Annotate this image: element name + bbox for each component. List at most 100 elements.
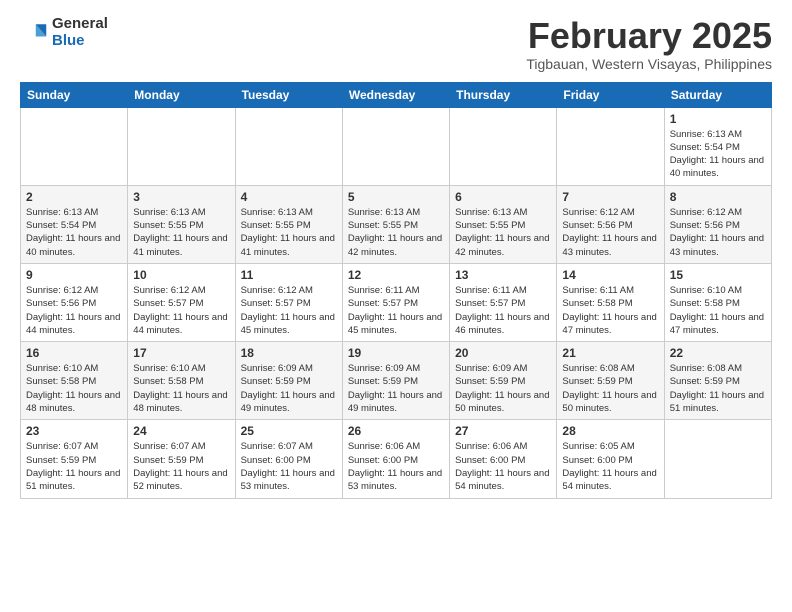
day-info: Sunrise: 6:13 AM Sunset: 5:55 PM Dayligh… [455, 206, 551, 259]
calendar-cell: 12 Sunrise: 6:11 AM Sunset: 5:57 PM Dayli… [342, 263, 449, 341]
day-info: Sunrise: 6:09 AM Sunset: 5:59 PM Dayligh… [241, 362, 337, 415]
weekday-header-friday: Friday [557, 82, 664, 107]
calendar-cell [342, 107, 449, 185]
day-info: Sunrise: 6:12 AM Sunset: 5:56 PM Dayligh… [670, 206, 766, 259]
weekday-header-row: SundayMondayTuesdayWednesdayThursdayFrid… [21, 82, 772, 107]
day-number: 11 [241, 268, 337, 282]
month-title: February 2025 [526, 16, 772, 56]
day-info: Sunrise: 6:11 AM Sunset: 5:57 PM Dayligh… [348, 284, 444, 337]
week-row-4: 16Sunrise: 6:10 AM Sunset: 5:58 PM Dayli… [21, 342, 772, 420]
calendar-cell [235, 107, 342, 185]
calendar-cell: 15Sunrise: 6:10 AM Sunset: 5:58 PM Dayli… [664, 263, 771, 341]
day-info: Sunrise: 6:13 AM Sunset: 5:55 PM Dayligh… [241, 206, 337, 259]
logo-icon [20, 19, 48, 47]
day-number: 12 [348, 268, 444, 282]
day-number: 17 [133, 346, 229, 360]
logo-blue: Blue [52, 33, 108, 50]
calendar-cell: 20 Sunrise: 6:09 AM Sunset: 5:59 PM Dayli… [450, 342, 557, 420]
day-number: 1 [670, 112, 766, 126]
day-number: 28 [562, 424, 658, 438]
day-number: 20 [455, 346, 551, 360]
calendar-cell: 18 Sunrise: 6:09 AM Sunset: 5:59 PM Dayli… [235, 342, 342, 420]
week-row-1: 1 Sunrise: 6:13 AM Sunset: 5:54 PM Daylig… [21, 107, 772, 185]
calendar-cell [664, 420, 771, 498]
calendar-cell [557, 107, 664, 185]
logo-text: General Blue [52, 16, 108, 49]
day-number: 26 [348, 424, 444, 438]
day-info: Sunrise: 6:12 AM Sunset: 5:56 PM Dayligh… [562, 206, 658, 259]
calendar-cell [21, 107, 128, 185]
day-info: Sunrise: 6:13 AM Sunset: 5:54 PM Dayligh… [670, 128, 766, 181]
day-info: Sunrise: 6:10 AM Sunset: 5:58 PM Dayligh… [26, 362, 122, 415]
calendar-cell: 8 Sunrise: 6:12 AM Sunset: 5:56 PM Daylig… [664, 185, 771, 263]
day-number: 5 [348, 190, 444, 204]
calendar-cell: 13Sunrise: 6:11 AM Sunset: 5:57 PM Dayli… [450, 263, 557, 341]
logo-general: General [52, 16, 108, 33]
day-number: 15 [670, 268, 766, 282]
day-number: 23 [26, 424, 122, 438]
calendar-cell: 1 Sunrise: 6:13 AM Sunset: 5:54 PM Daylig… [664, 107, 771, 185]
day-info: Sunrise: 6:08 AM Sunset: 5:59 PM Dayligh… [670, 362, 766, 415]
day-info: Sunrise: 6:11 AM Sunset: 5:58 PM Dayligh… [562, 284, 658, 337]
day-number: 19 [348, 346, 444, 360]
day-number: 22 [670, 346, 766, 360]
day-info: Sunrise: 6:12 AM Sunset: 5:56 PM Dayligh… [26, 284, 122, 337]
day-info: Sunrise: 6:11 AM Sunset: 5:57 PM Dayligh… [455, 284, 551, 337]
day-number: 9 [26, 268, 122, 282]
page-header: General Blue February 2025 Tigbauan, Wes… [20, 16, 772, 72]
day-number: 6 [455, 190, 551, 204]
calendar-cell: 19 Sunrise: 6:09 AM Sunset: 5:59 PM Dayli… [342, 342, 449, 420]
calendar-cell [450, 107, 557, 185]
day-info: Sunrise: 6:13 AM Sunset: 5:55 PM Dayligh… [133, 206, 229, 259]
week-row-3: 9 Sunrise: 6:12 AM Sunset: 5:56 PM Daylig… [21, 263, 772, 341]
day-info: Sunrise: 6:10 AM Sunset: 5:58 PM Dayligh… [133, 362, 229, 415]
weekday-header-tuesday: Tuesday [235, 82, 342, 107]
day-number: 7 [562, 190, 658, 204]
calendar-cell: 14 Sunrise: 6:11 AM Sunset: 5:58 PM Dayli… [557, 263, 664, 341]
day-info: Sunrise: 6:13 AM Sunset: 5:55 PM Dayligh… [348, 206, 444, 259]
day-number: 24 [133, 424, 229, 438]
calendar-cell: 24Sunrise: 6:07 AM Sunset: 5:59 PM Dayli… [128, 420, 235, 498]
day-info: Sunrise: 6:12 AM Sunset: 5:57 PM Dayligh… [241, 284, 337, 337]
calendar-cell: 7 Sunrise: 6:12 AM Sunset: 5:56 PM Daylig… [557, 185, 664, 263]
day-info: Sunrise: 6:06 AM Sunset: 6:00 PM Dayligh… [455, 440, 551, 493]
day-info: Sunrise: 6:07 AM Sunset: 6:00 PM Dayligh… [241, 440, 337, 493]
calendar-cell [128, 107, 235, 185]
weekday-header-sunday: Sunday [21, 82, 128, 107]
day-info: Sunrise: 6:05 AM Sunset: 6:00 PM Dayligh… [562, 440, 658, 493]
day-info: Sunrise: 6:07 AM Sunset: 5:59 PM Dayligh… [26, 440, 122, 493]
day-number: 18 [241, 346, 337, 360]
weekday-header-wednesday: Wednesday [342, 82, 449, 107]
day-number: 25 [241, 424, 337, 438]
calendar-cell: 28 Sunrise: 6:05 AM Sunset: 6:00 PM Dayli… [557, 420, 664, 498]
day-number: 2 [26, 190, 122, 204]
calendar-cell: 25 Sunrise: 6:07 AM Sunset: 6:00 PM Dayli… [235, 420, 342, 498]
calendar-cell: 3 Sunrise: 6:13 AM Sunset: 5:55 PM Daylig… [128, 185, 235, 263]
weekday-header-thursday: Thursday [450, 82, 557, 107]
week-row-5: 23 Sunrise: 6:07 AM Sunset: 5:59 PM Dayli… [21, 420, 772, 498]
calendar-cell: 26 Sunrise: 6:06 AM Sunset: 6:00 PM Dayli… [342, 420, 449, 498]
calendar-cell: 10Sunrise: 6:12 AM Sunset: 5:57 PM Dayli… [128, 263, 235, 341]
day-number: 3 [133, 190, 229, 204]
calendar-cell: 16Sunrise: 6:10 AM Sunset: 5:58 PM Dayli… [21, 342, 128, 420]
day-info: Sunrise: 6:09 AM Sunset: 5:59 PM Dayligh… [348, 362, 444, 415]
calendar-cell: 4 Sunrise: 6:13 AM Sunset: 5:55 PM Daylig… [235, 185, 342, 263]
calendar-cell: 23 Sunrise: 6:07 AM Sunset: 5:59 PM Dayli… [21, 420, 128, 498]
calendar-table: SundayMondayTuesdayWednesdayThursdayFrid… [20, 82, 772, 499]
day-number: 4 [241, 190, 337, 204]
calendar-cell: 21Sunrise: 6:08 AM Sunset: 5:59 PM Dayli… [557, 342, 664, 420]
calendar-cell: 9 Sunrise: 6:12 AM Sunset: 5:56 PM Daylig… [21, 263, 128, 341]
calendar-cell: 2Sunrise: 6:13 AM Sunset: 5:54 PM Daylig… [21, 185, 128, 263]
calendar-cell: 27 Sunrise: 6:06 AM Sunset: 6:00 PM Dayli… [450, 420, 557, 498]
day-info: Sunrise: 6:06 AM Sunset: 6:00 PM Dayligh… [348, 440, 444, 493]
day-number: 8 [670, 190, 766, 204]
location-title: Tigbauan, Western Visayas, Philippines [526, 56, 772, 72]
weekday-header-saturday: Saturday [664, 82, 771, 107]
logo: General Blue [20, 16, 108, 49]
week-row-2: 2Sunrise: 6:13 AM Sunset: 5:54 PM Daylig… [21, 185, 772, 263]
calendar-cell: 6 Sunrise: 6:13 AM Sunset: 5:55 PM Daylig… [450, 185, 557, 263]
day-number: 14 [562, 268, 658, 282]
day-number: 27 [455, 424, 551, 438]
day-info: Sunrise: 6:09 AM Sunset: 5:59 PM Dayligh… [455, 362, 551, 415]
calendar-cell: 11 Sunrise: 6:12 AM Sunset: 5:57 PM Dayli… [235, 263, 342, 341]
